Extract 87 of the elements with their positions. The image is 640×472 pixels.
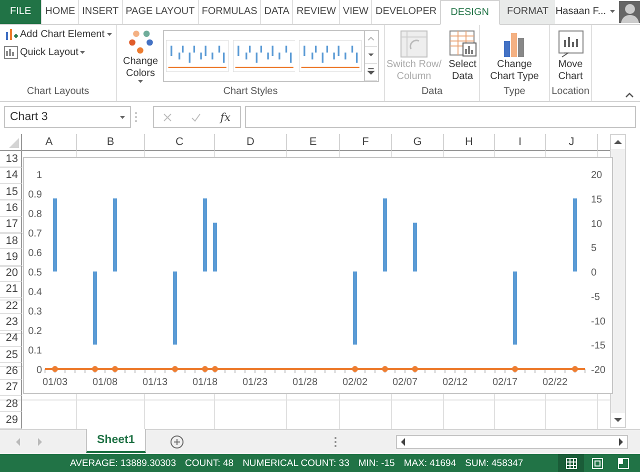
row-header[interactable]: 25 [0,347,22,364]
status-stat: NUMERICAL COUNT: 33 [242,458,350,468]
row-header[interactable]: 24 [0,330,22,348]
row-header[interactable]: 13 [0,151,22,168]
group-label: Location [550,84,590,99]
y2-tick-label: -5 [591,292,600,304]
row-header[interactable]: 22 [0,298,22,314]
y-tick-label: 0.4 [28,287,42,298]
ribbon-tab[interactable]: DESIGN [440,0,500,25]
insert-function-button[interactable]: fx [220,110,231,124]
status-stat: COUNT: 48 [184,458,234,468]
column-header[interactable]: H [444,134,495,152]
group-label: Chart Layouts [26,84,90,99]
ribbon-tab[interactable]: FORMULAS [198,0,260,24]
y2-tick-label: -15 [591,341,606,352]
name-box[interactable]: Chart 3 [4,106,131,128]
y-tick-label: 0.1 [28,346,42,357]
row-header[interactable]: 27 [0,380,22,396]
y2-tick-label: 0 [591,268,597,279]
ribbon-tab[interactable]: VIEW [338,0,372,24]
x-tick-label: 01/13 [142,377,168,388]
y2-tick-label: -10 [591,316,606,328]
row-header[interactable]: 15 [0,184,22,200]
column-header[interactable]: F [340,134,392,152]
y-tick-label: 0.6 [28,248,42,260]
x-tick-label: 02/17 [492,377,518,388]
column-header[interactable]: J [546,134,598,152]
x-tick-label: 02/12 [442,377,468,388]
y-tick-label: 0 [36,365,42,376]
row-header[interactable]: 28 [0,396,22,412]
status-stat: MIN: -15 [358,458,395,468]
y-tick-label: 0.8 [28,209,42,220]
row-header[interactable]: 19 [0,249,22,266]
row-header[interactable]: 16 [0,200,22,217]
row-header[interactable]: 23 [0,314,22,331]
name-box-value: Chart 3 [10,111,48,124]
column-header[interactable]: E [287,134,340,152]
y-tick-label: 0.2 [28,326,42,338]
group-label: Chart Styles [222,84,279,99]
y2-tick-label: 5 [591,244,597,255]
ribbon-tab[interactable]: FORMAT [500,0,556,24]
ribbon-tab[interactable]: REVIEW [292,0,339,24]
x-tick-label: 01/03 [42,377,68,388]
ribbon-command[interactable]: Move Chart [554,26,586,85]
column-header[interactable]: C [145,134,215,152]
row-header[interactable]: 21 [0,282,22,298]
sheet-tab[interactable]: Sheet1 [86,428,146,453]
y2-tick-label: 20 [591,170,602,182]
status-stat: AVERAGE: 13889.30303 [70,458,176,468]
column-header[interactable]: G [392,134,444,152]
x-tick-label: 01/28 [292,377,318,388]
ribbon-tab[interactable]: DATA [260,0,292,24]
x-tick-label: 02/22 [542,377,568,388]
row-header[interactable]: 14 [0,168,22,184]
y-tick-label: 0.5 [28,268,42,279]
x-tick-label: 01/08 [92,377,118,388]
x-tick-label: 01/23 [242,377,268,388]
x-tick-label: 02/02 [342,377,368,388]
column-header[interactable]: A [22,134,77,152]
group-label: Type [502,84,526,99]
row-header[interactable]: 20 [0,266,22,282]
y-tick-label: 0.3 [28,306,42,318]
column-header[interactable]: B [77,134,145,152]
row-header[interactable]: 18 [0,232,22,250]
y2-tick-label: -20 [591,365,606,376]
group-label: Data [420,84,444,99]
y-tick-label: 0.7 [28,228,42,240]
column-header[interactable]: I [495,134,546,152]
ribbon-command[interactable]: Change Colors [122,26,160,85]
ribbon-command[interactable]: Quick Layout [3,44,112,60]
y2-tick-label: 15 [591,194,602,206]
user-name[interactable]: Hasaan F... [555,6,606,18]
column-header[interactable]: D [215,134,287,152]
status-stat: MAX: 41694 [404,458,456,468]
ribbon-command[interactable]: Add Chart Element [3,26,112,43]
x-tick-label: 01/18 [192,377,218,388]
row-header[interactable]: 26 [0,363,22,380]
ribbon-command[interactable]: Select Data [446,26,479,85]
ribbon-tab[interactable]: FILE [0,0,42,24]
chart-area[interactable]: 01/03 01/08 01/13 01/18 01/23 01/28 02/02 02/07 02/12 02/17 02/22 0 0.1 0.2 0.3 0.4 0.5 0.6 0.7 0.8 0.9 1 -20 -15 -10 -5 0 5 10 15 20 [23,157,613,394]
y-tick-label: 0.9 [28,190,42,201]
y-tick-label: 1 [36,170,42,182]
status-stat: SUM: 458347 [465,458,524,468]
row-header[interactable]: 17 [0,216,22,233]
y2-tick-label: 10 [591,219,602,230]
ribbon-command[interactable]: Change Chart Type [489,26,540,85]
x-tick-label: 02/07 [392,377,418,388]
